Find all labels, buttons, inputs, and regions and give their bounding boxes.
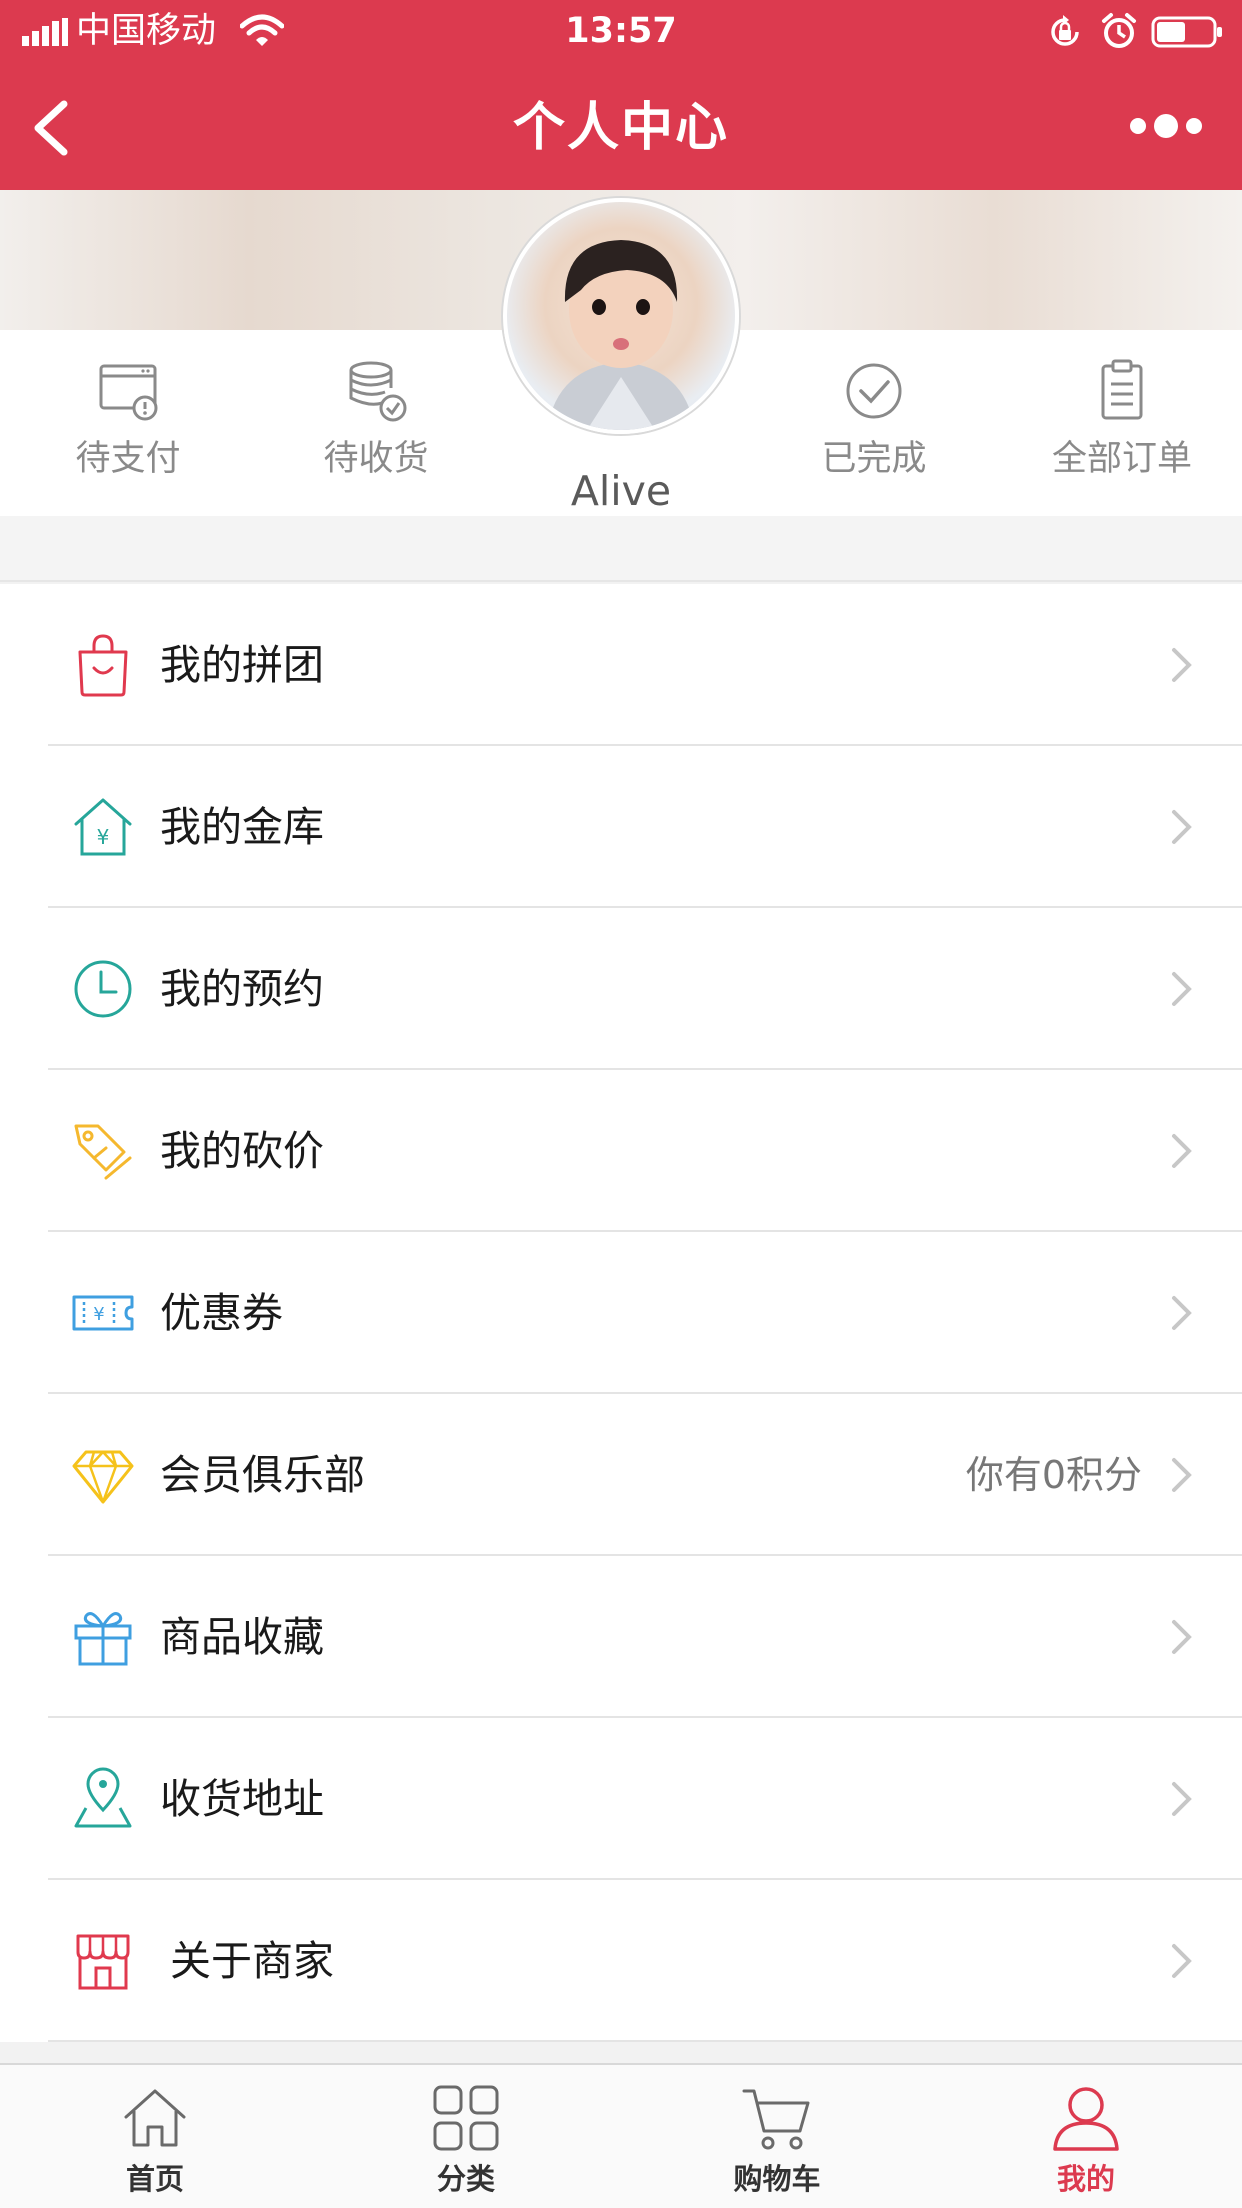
points-summary: 你有0积分 <box>965 1453 1142 1497</box>
bottom-tab-bar: 首页 分类 购物车 我的 <box>0 2063 1242 2208</box>
pending-payment-icon <box>99 364 158 421</box>
order-pending-delivery[interactable]: 待收货 <box>286 358 466 480</box>
avatar[interactable] <box>503 198 739 434</box>
menu-item-about-merchant[interactable]: 关于商家 <box>0 1880 1242 2042</box>
tab-label: 首页 <box>125 2162 184 2196</box>
svg-text:¥: ¥ <box>93 1304 104 1325</box>
svg-text:¥: ¥ <box>97 825 110 849</box>
chevron-right-icon <box>1172 1620 1192 1654</box>
price-tag-icon <box>74 1124 132 1180</box>
menu-item-favorites[interactable]: 商品收藏 <box>0 1556 1242 1718</box>
top-bar: 中国移动 13:57 个人中心 <box>0 0 1242 190</box>
home-icon <box>124 2089 186 2147</box>
tab-category[interactable]: 分类 <box>386 2083 546 2197</box>
menu-item-coupons[interactable]: ¥ 优惠券 <box>0 1232 1242 1394</box>
chevron-right-icon <box>1172 810 1192 844</box>
chevron-right-icon <box>1172 1134 1192 1168</box>
menu-item-vault[interactable]: ¥ 我的金库 <box>0 746 1242 908</box>
tab-cart[interactable]: 购物车 <box>697 2083 857 2197</box>
page-title: 个人中心 <box>512 98 729 158</box>
menu-item-group-buy[interactable]: 我的拼团 <box>0 584 1242 746</box>
menu-item-address[interactable]: 收货地址 <box>0 1718 1242 1880</box>
chevron-right-icon <box>1172 1782 1192 1816</box>
tab-home[interactable]: 首页 <box>75 2083 235 2197</box>
coupon-icon: ¥ <box>72 1295 134 1331</box>
order-all[interactable]: 全部订单 <box>1032 358 1212 480</box>
menu-item-label: 优惠券 <box>160 1289 283 1337</box>
menu-item-label: 收货地址 <box>160 1775 324 1823</box>
check-circle-icon <box>846 363 902 419</box>
avatar-image <box>547 240 695 430</box>
grid-icon <box>433 2085 499 2151</box>
tab-mine[interactable]: 我的 <box>1006 2083 1166 2197</box>
order-completed[interactable]: 已完成 <box>784 358 964 480</box>
status-bar: 中国移动 13:57 <box>0 0 1242 62</box>
gift-icon <box>74 1612 132 1666</box>
chevron-right-icon <box>1172 648 1192 682</box>
chevron-right-icon <box>1172 1296 1192 1330</box>
tab-label: 分类 <box>436 2162 495 2196</box>
order-pending-payment[interactable]: 待支付 <box>38 358 218 480</box>
cart-icon <box>742 2089 810 2150</box>
menu-item-member-club[interactable]: 会员俱乐部 你有0积分 <box>0 1394 1242 1556</box>
tab-label: 购物车 <box>733 2162 821 2196</box>
menu-list: 我的拼团 ¥ 我的金库 我的预约 我的砍价 ¥ 优惠券 会员俱乐部 你有0积分 … <box>0 584 1242 2042</box>
store-icon <box>76 1934 130 1990</box>
menu-item-label: 会员俱乐部 <box>160 1451 365 1499</box>
menu-item-bargain[interactable]: 我的砍价 <box>0 1070 1242 1232</box>
tab-label: 我的 <box>1056 2162 1115 2196</box>
menu-item-reservation[interactable]: 我的预约 <box>0 908 1242 1070</box>
menu-item-label: 关于商家 <box>170 1937 334 1985</box>
chevron-right-icon <box>1172 1944 1192 1978</box>
diamond-icon <box>72 1450 134 1504</box>
section-spacer <box>0 516 1242 582</box>
more-options-button[interactable] <box>1128 110 1204 142</box>
shopping-bag-icon <box>78 634 128 697</box>
chevron-right-icon <box>1172 972 1192 1006</box>
alarm-icon <box>1102 13 1136 48</box>
map-pin-icon <box>74 1767 132 1828</box>
menu-item-label: 我的砍价 <box>160 1127 324 1175</box>
menu-item-label: 我的预约 <box>160 965 324 1013</box>
clipboard-icon <box>1101 359 1143 420</box>
battery-icon <box>1151 16 1222 48</box>
username: Alive <box>570 467 672 515</box>
user-icon <box>1053 2087 1119 2151</box>
chevron-right-icon <box>1172 1458 1192 1492</box>
rotation-lock-icon <box>1051 15 1079 46</box>
menu-item-label: 商品收藏 <box>160 1613 324 1661</box>
clock-icon <box>74 960 132 1018</box>
menu-item-label: 我的金库 <box>160 803 324 851</box>
menu-item-label: 我的拼团 <box>160 641 324 689</box>
pending-delivery-icon <box>349 361 407 422</box>
vault-house-icon: ¥ <box>74 798 132 856</box>
